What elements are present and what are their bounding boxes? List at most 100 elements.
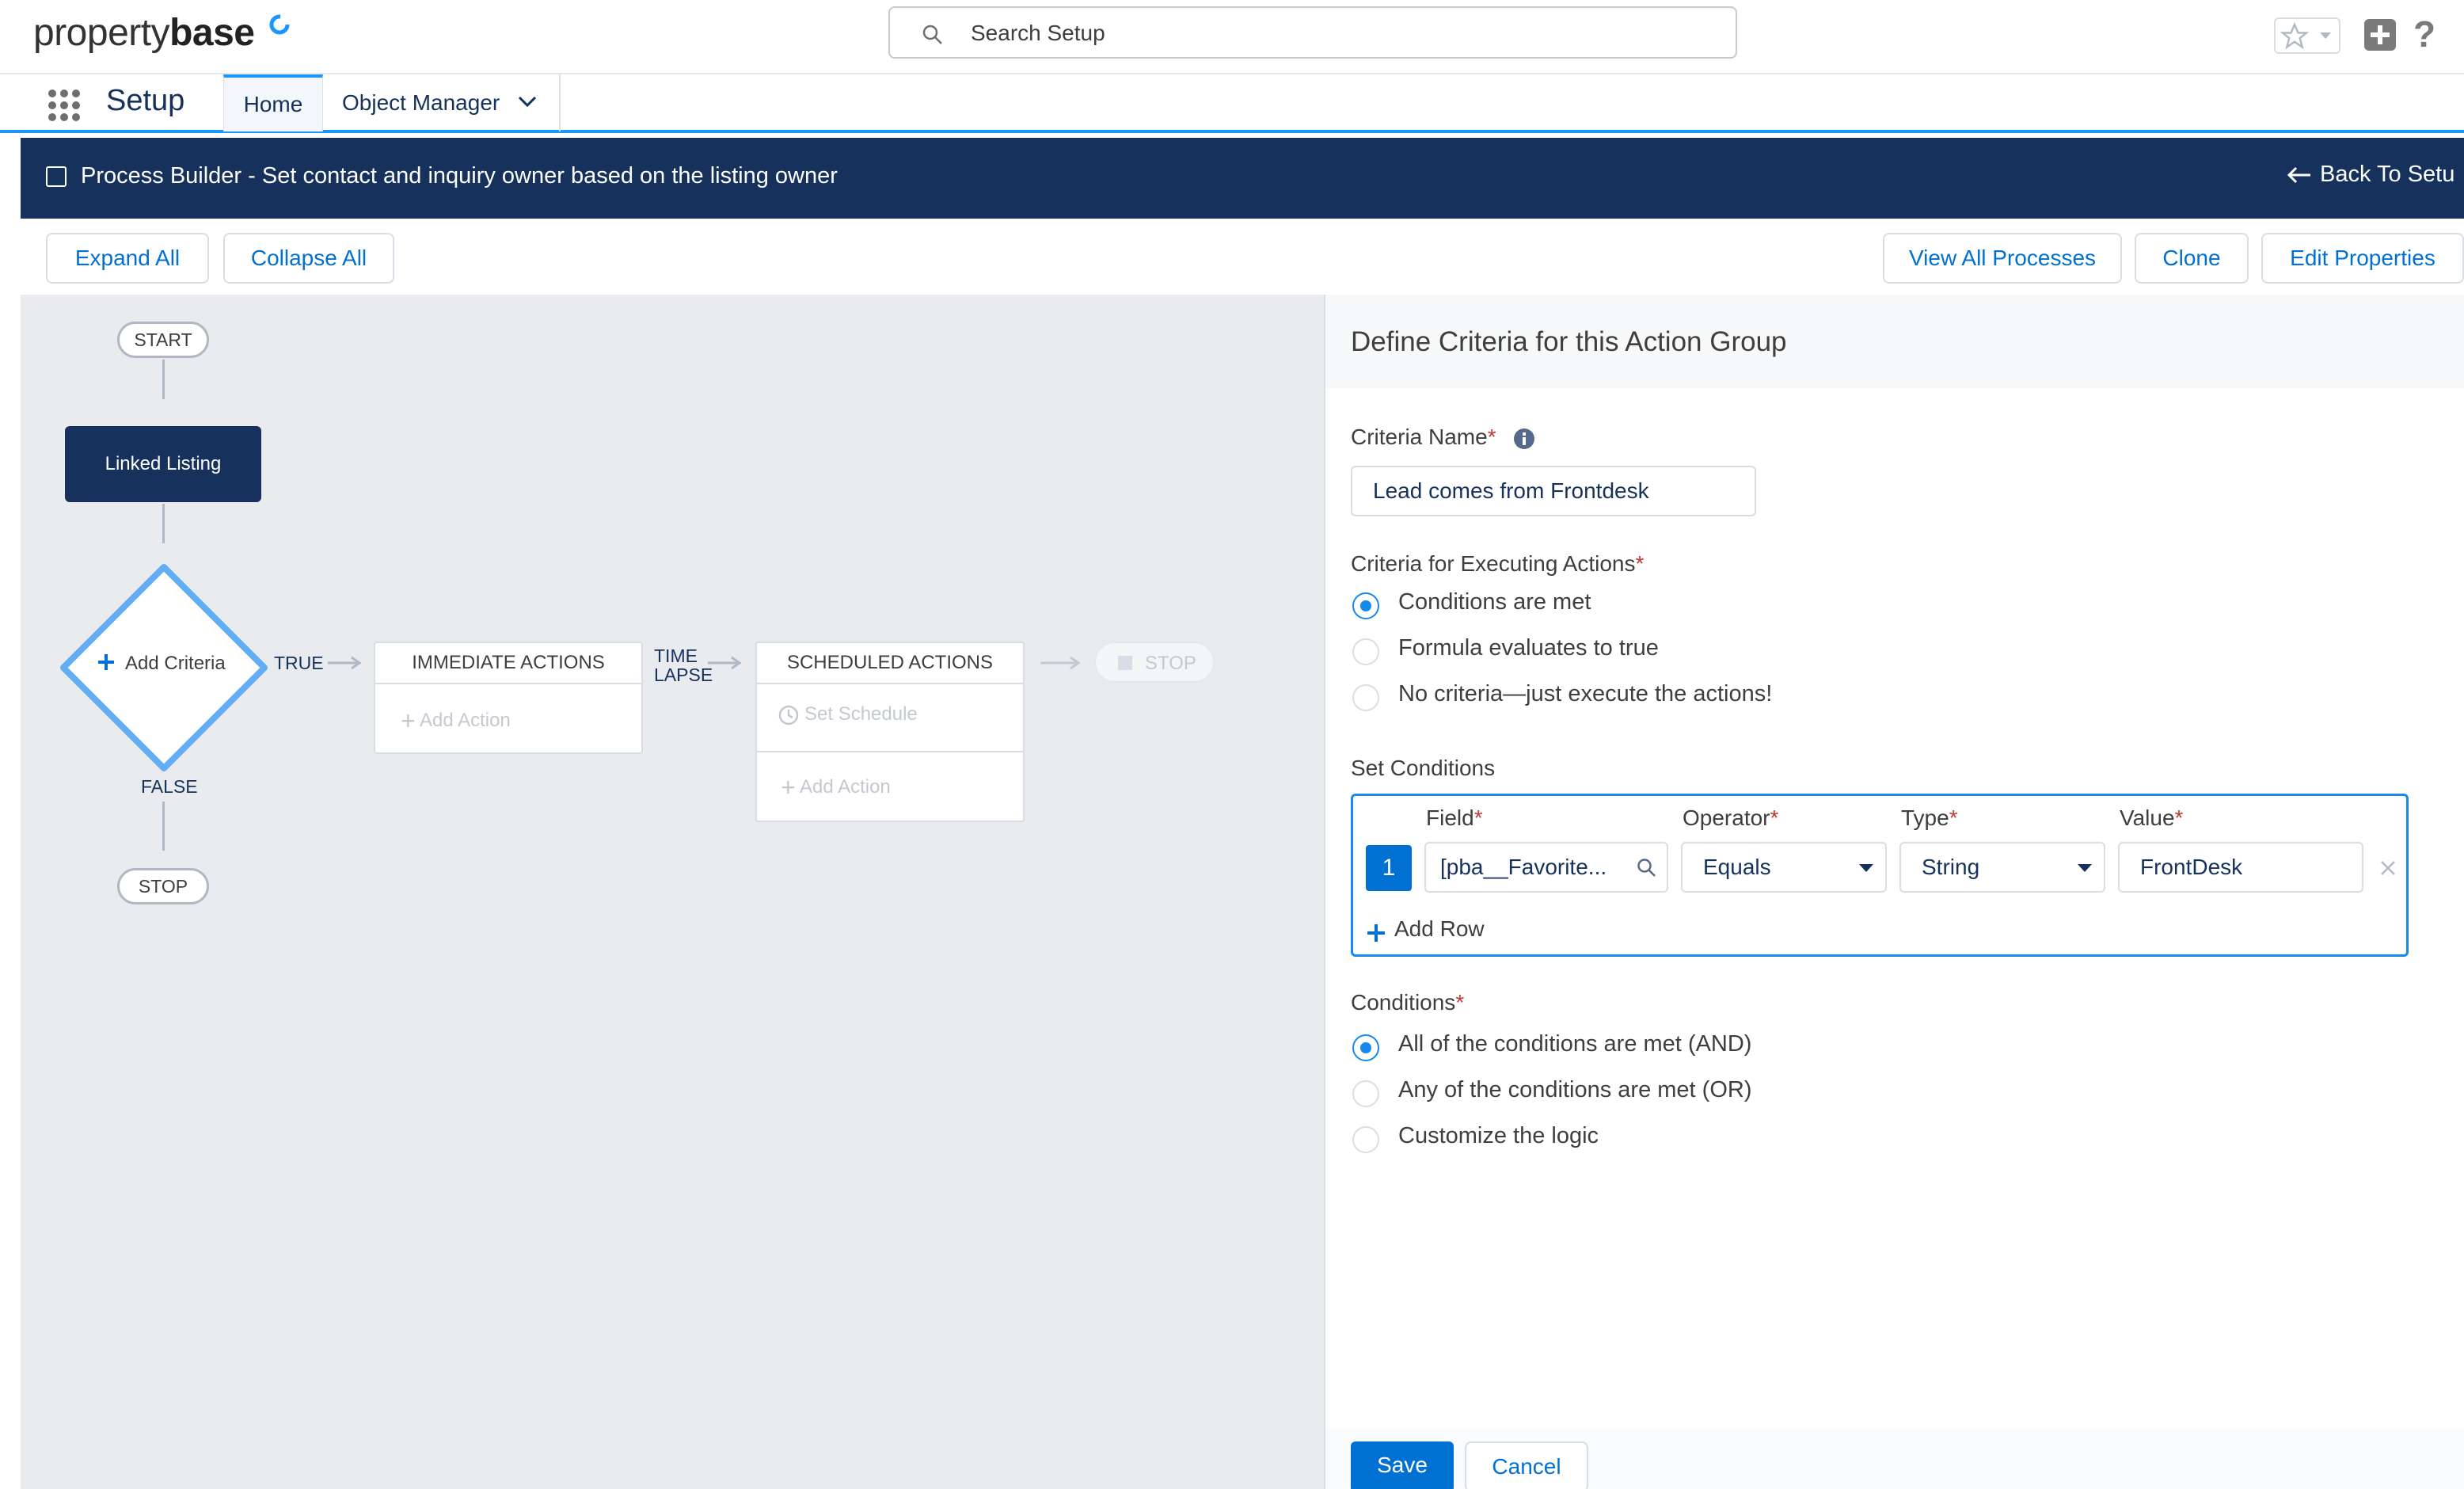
set-conditions-label: Set Conditions <box>1351 756 1496 780</box>
custom-logic-label: Customize the logic <box>1398 1123 1599 1148</box>
criteria-name-input[interactable]: Lead comes from Frontdesk <box>1351 466 1756 516</box>
time-lapse-line-1: TIME <box>654 645 698 666</box>
add-action-button[interactable]: + Add Action <box>781 773 891 802</box>
executing-actions-label: Criteria for Executing Actions* <box>1351 551 1645 576</box>
search-icon <box>1637 859 1656 877</box>
add-action-label: Add Action <box>420 709 511 731</box>
search-placeholder: Search Setup <box>971 21 1105 45</box>
field-value: [pba__Favorite... <box>1440 855 1607 879</box>
save-button[interactable]: Save <box>1351 1441 1454 1489</box>
immediate-actions-header: IMMEDIATE ACTIONS <box>375 643 641 684</box>
any-conditions-label: Any of the conditions are met (OR) <box>1398 1077 1752 1102</box>
info-icon[interactable] <box>1513 428 1535 450</box>
criteria-panel: Define Criteria for this Action Group Cr… <box>1324 295 2464 1489</box>
global-create-button[interactable] <box>2364 19 2396 51</box>
time-lapse-line-2: LAPSE <box>654 665 713 685</box>
add-row-button[interactable]: Add Row <box>1366 916 1485 943</box>
propertybase-logo[interactable]: propertybase <box>33 11 291 55</box>
caret-down-icon <box>1859 864 1873 872</box>
view-all-processes-button[interactable]: View All Processes <box>1883 233 2122 284</box>
process-title: Process Builder - Set contact and inquir… <box>81 163 838 189</box>
star-icon <box>2280 22 2309 50</box>
connector-line <box>162 360 165 399</box>
connector-line <box>162 504 165 543</box>
field-header-text: Field <box>1426 805 1474 830</box>
disabled-stop-node: STOP <box>1094 642 1215 683</box>
setup-nav-bar: Setup Home Object Manager <box>0 73 2464 133</box>
conditions-table: Field* Operator* Type* Value* 1 [pba__Fa… <box>1351 794 2409 957</box>
app-title: Setup <box>106 84 185 117</box>
clone-button[interactable]: Clone <box>2135 233 2249 284</box>
logo-text-bold: base <box>169 12 255 54</box>
set-schedule-label: Set Schedule <box>804 703 918 725</box>
favorites-button[interactable] <box>2274 17 2340 54</box>
clock-icon <box>778 705 799 725</box>
field-lookup-input[interactable]: [pba__Favorite... <box>1424 842 1668 893</box>
app-launcher-icon[interactable] <box>48 89 81 122</box>
disabled-stop-label: STOP <box>1145 653 1196 674</box>
plus-icon <box>1367 923 1385 942</box>
plus-icon: + <box>781 773 796 802</box>
tab-object-manager[interactable]: Object Manager <box>323 74 561 131</box>
scheduled-actions-header: SCHEDULED ACTIONS <box>757 643 1023 684</box>
value-column-header: Value* <box>2120 805 2184 830</box>
false-label: FALSE <box>138 775 201 799</box>
radio-any-conditions[interactable] <box>1352 1080 1379 1107</box>
process-canvas: START Linked Listing Add Criteria TRUE F… <box>21 295 1324 1489</box>
criteria-name-text: Criteria Name <box>1351 425 1488 449</box>
start-node: START <box>117 322 209 358</box>
chevron-down-icon[interactable] <box>518 95 537 108</box>
collapse-all-button[interactable]: Collapse All <box>223 233 394 284</box>
add-action-label: Add Action <box>800 775 891 798</box>
back-to-setup-link[interactable]: Back To Setu <box>2287 162 2464 188</box>
logo-mark-icon <box>269 14 290 35</box>
header-icons: ? <box>2274 13 2464 55</box>
value-input[interactable]: FrontDesk <box>2118 842 2363 893</box>
radio-no-criteria[interactable] <box>1352 684 1379 711</box>
cancel-button[interactable]: Cancel <box>1465 1441 1588 1489</box>
radio-conditions-met[interactable] <box>1352 592 1379 619</box>
plus-icon: + <box>401 706 416 735</box>
all-conditions-label: All of the conditions are met (AND) <box>1398 1031 1752 1057</box>
field-column-header: Field* <box>1426 805 1483 830</box>
arrow-right-icon <box>1040 656 1081 670</box>
help-icon[interactable]: ? <box>2413 13 2435 55</box>
radio-custom-logic[interactable] <box>1352 1126 1379 1153</box>
back-to-setup-label: Back To Setu <box>2320 162 2455 187</box>
type-value: String <box>1922 855 1980 879</box>
expand-all-button[interactable]: Expand All <box>46 233 209 284</box>
chevron-down-icon <box>2320 32 2331 39</box>
set-schedule-button[interactable]: Set Schedule <box>778 703 918 726</box>
type-column-header: Type* <box>1901 805 1958 830</box>
value-header-text: Value <box>2120 805 2175 830</box>
tab-home[interactable]: Home <box>223 74 323 131</box>
scheduled-actions-box: SCHEDULED ACTIONS Set Schedule + Add Act… <box>755 642 1025 822</box>
operator-column-header: Operator* <box>1683 805 1779 830</box>
caret-down-icon <box>2078 864 2092 872</box>
search-icon <box>922 25 942 44</box>
process-builder-banner: Process Builder - Set contact and inquir… <box>21 138 2464 219</box>
immediate-actions-box: IMMEDIATE ACTIONS + Add Action <box>374 642 643 754</box>
edit-properties-button[interactable]: Edit Properties <box>2261 233 2464 284</box>
add-criteria-label[interactable]: Add Criteria <box>125 653 226 675</box>
logo-text-light: property <box>33 12 170 54</box>
conditions-label: Conditions* <box>1351 990 1465 1015</box>
radio-all-conditions[interactable] <box>1352 1034 1379 1061</box>
stop-square-icon <box>1118 656 1132 670</box>
plus-icon <box>2371 25 2390 44</box>
operator-select[interactable]: Equals <box>1681 842 1887 893</box>
row-number-badge: 1 <box>1366 845 1412 891</box>
arrow-right-icon <box>708 656 742 670</box>
search-setup-input[interactable]: Search Setup <box>888 6 1737 59</box>
type-header-text: Type <box>1901 805 1949 830</box>
radio-formula[interactable] <box>1352 638 1379 665</box>
close-icon[interactable] <box>2379 859 2397 877</box>
operator-value: Equals <box>1703 855 1771 879</box>
type-select[interactable]: String <box>1899 842 2105 893</box>
arrow-left-icon <box>2287 167 2310 184</box>
criteria-name-label: Criteria Name* <box>1351 425 1535 450</box>
add-action-button[interactable]: + Add Action <box>401 706 511 736</box>
object-node[interactable]: Linked Listing <box>65 426 261 502</box>
process-icon <box>46 166 67 187</box>
no-criteria-label: No criteria—just execute the actions! <box>1398 681 1773 706</box>
